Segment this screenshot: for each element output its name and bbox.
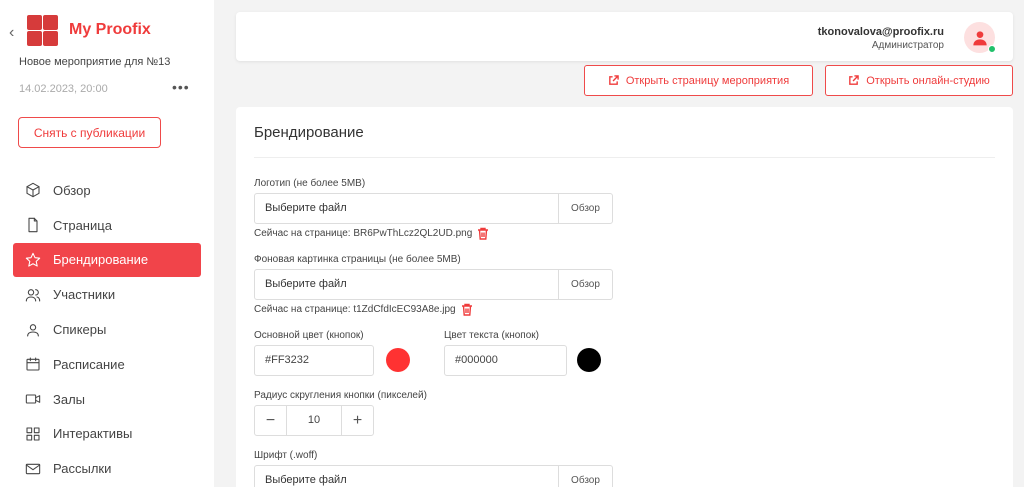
divider (254, 157, 995, 158)
brand-name: My Proofix (69, 21, 151, 38)
font-label: Шрифт (.woff) (254, 450, 318, 461)
primary-color-label: Основной цвет (кнопок) (254, 330, 364, 341)
calendar-icon (24, 355, 42, 373)
background-file-placeholder: Выберите файл (265, 278, 347, 290)
background-file-input[interactable]: Выберите файл Обзор (254, 269, 613, 300)
sidebar-item-halls[interactable]: Залы (13, 382, 201, 417)
branding-card: Брендирование Логотип (не более 5MB) Выб… (236, 107, 1013, 487)
sidebar-item-mailings[interactable]: Рассылки (13, 451, 201, 486)
logo-browse-button[interactable]: Обзор (558, 194, 612, 223)
logo-file-input[interactable]: Выберите файл Обзор (254, 193, 613, 224)
text-color-input[interactable]: #000000 (444, 345, 567, 376)
open-event-page-button[interactable]: Открыть страницу мероприятия (584, 65, 813, 96)
open-studio-label: Открыть онлайн-студию (866, 74, 990, 87)
sidebar: ‹ My Proofix Новое мероприятие для №13 1… (0, 0, 214, 487)
sidebar-item-label: Страница (53, 217, 112, 233)
user-icon (24, 321, 42, 339)
sidebar-item-interactives[interactable]: Интерактивы (13, 417, 201, 452)
sidebar-item-label: Интерактивы (53, 426, 133, 442)
event-name: Новое мероприятие для №13 (19, 56, 171, 68)
external-link-icon (849, 75, 860, 85)
avatar[interactable] (964, 22, 996, 53)
sidebar-item-page[interactable]: Страница (13, 208, 201, 243)
sidebar-item-schedule[interactable]: Расписание (13, 347, 201, 382)
sidebar-nav: Обзор Страница Брендирование Участники С… (13, 173, 201, 486)
sidebar-item-speakers[interactable]: Спикеры (13, 312, 201, 347)
radius-label: Радиус скругления кнопки (пикселей) (254, 390, 427, 401)
open-event-page-label: Открыть страницу мероприятия (625, 74, 790, 87)
primary-color-swatch[interactable] (386, 348, 410, 372)
proofix-logo-icon (27, 15, 58, 46)
mail-icon (24, 460, 42, 478)
cube-icon (24, 181, 42, 199)
online-status-dot (988, 45, 996, 53)
sidebar-item-label: Обзор (53, 182, 91, 198)
video-icon (24, 390, 42, 408)
logo-file-placeholder: Выберите файл (265, 202, 347, 214)
sidebar-item-overview[interactable]: Обзор (13, 173, 201, 208)
font-browse-button[interactable]: Обзор (558, 466, 612, 487)
open-studio-button[interactable]: Открыть онлайн-студию (825, 65, 1013, 96)
sidebar-item-label: Залы (53, 391, 86, 407)
trash-icon[interactable] (461, 303, 473, 316)
background-label: Фоновая картинка страницы (не более 5MB) (254, 254, 461, 265)
radius-increment-button[interactable]: + (342, 406, 373, 435)
trash-icon[interactable] (477, 227, 489, 240)
file-icon (24, 216, 42, 234)
page-title: Брендирование (254, 124, 364, 141)
font-file-input[interactable]: Выберите файл Обзор (254, 465, 613, 487)
sidebar-item-branding[interactable]: Брендирование (13, 242, 201, 278)
user-icon (972, 30, 987, 45)
background-current-file-text: Сейчас на странице: t1ZdCfdIcEC93A8e.jpg (254, 304, 456, 315)
user-email: tkonovalova@proofix.ru (817, 26, 944, 38)
sidebar-item-participants[interactable]: Участники (13, 277, 201, 312)
more-options-icon[interactable]: ••• (172, 79, 190, 95)
background-current-file: Сейчас на странице: t1ZdCfdIcEC93A8e.jpg (254, 303, 473, 316)
radius-stepper: − 10 + (254, 405, 374, 436)
sidebar-item-label: Рассылки (53, 461, 112, 477)
radius-value[interactable]: 10 (286, 406, 342, 435)
sidebar-item-label: Участники (53, 287, 116, 303)
back-chevron-icon[interactable]: ‹ (9, 24, 14, 42)
logo-current-file: Сейчас на странице: BR6PwThLcz2QL2UD.png (254, 227, 489, 240)
logo-label: Логотип (не более 5MB) (254, 178, 366, 189)
event-date: 14.02.2023, 20:00 (19, 83, 108, 95)
logo-current-file-text: Сейчас на странице: BR6PwThLcz2QL2UD.png (254, 228, 473, 239)
primary-color-input[interactable]: #FF3232 (254, 345, 374, 376)
text-color-swatch[interactable] (577, 348, 601, 372)
grid-icon (24, 425, 42, 443)
font-file-placeholder: Выберите файл (265, 474, 347, 486)
sidebar-item-label: Расписание (53, 356, 125, 372)
users-icon (24, 286, 42, 304)
star-icon (24, 251, 42, 269)
sidebar-item-label: Брендирование (53, 252, 149, 268)
background-browse-button[interactable]: Обзор (558, 270, 612, 299)
user-role: Администратор (871, 40, 944, 51)
external-link-icon (608, 75, 619, 85)
unpublish-button[interactable]: Снять с публикации (18, 117, 161, 148)
radius-decrement-button[interactable]: − (255, 406, 286, 435)
sidebar-item-label: Спикеры (53, 322, 107, 338)
text-color-label: Цвет текста (кнопок) (444, 330, 539, 341)
top-header: tkonovalova@proofix.ru Администратор (236, 12, 1013, 61)
